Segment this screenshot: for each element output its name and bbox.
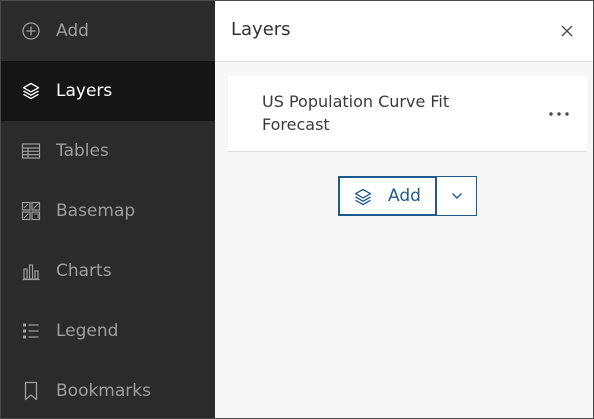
sidebar-item-label: Basemap (56, 201, 136, 221)
app-frame: Add Layers Tables Basemap Charts Legend … (0, 0, 594, 419)
panel-header: Layers (215, 1, 593, 62)
sidebar-item-label: Charts (56, 261, 112, 281)
sidebar-item-label: Add (56, 21, 89, 41)
add-dropdown-button[interactable] (437, 176, 477, 216)
layer-list-item[interactable]: US Population Curve Fit Forecast (228, 76, 587, 152)
sidebar-item-bookmarks[interactable]: Bookmarks (1, 361, 215, 418)
table-icon (21, 141, 41, 161)
more-options-button[interactable] (544, 102, 574, 126)
sidebar-item-legend[interactable]: Legend (1, 301, 215, 361)
plus-circle-icon (21, 21, 41, 41)
sidebar-item-label: Tables (56, 141, 109, 161)
layer-title: US Population Curve Fit Forecast (262, 92, 450, 134)
sidebar-item-basemap[interactable]: Basemap (1, 181, 215, 241)
bar-chart-icon (21, 261, 41, 281)
sidebar-item-label: Legend (56, 321, 119, 341)
add-layer-button[interactable]: Add (338, 176, 437, 216)
layers-panel: Layers US Population Curve Fit Forecast … (215, 1, 593, 418)
add-button-label: Add (388, 186, 421, 206)
more-icon (548, 111, 570, 117)
sidebar-item-label: Bookmarks (56, 381, 151, 401)
sidebar-item-charts[interactable]: Charts (1, 241, 215, 301)
basemap-icon (21, 201, 41, 221)
close-icon (560, 24, 574, 38)
sidebar-item-tables[interactable]: Tables (1, 121, 215, 181)
bookmark-icon (21, 381, 41, 401)
layers-icon (353, 187, 373, 207)
legend-icon (21, 321, 41, 341)
sidebar: Add Layers Tables Basemap Charts Legend … (1, 1, 215, 418)
sidebar-item-label: Layers (56, 81, 113, 101)
sidebar-item-add[interactable]: Add (1, 1, 215, 61)
sidebar-item-layers[interactable]: Layers (1, 61, 215, 121)
layers-icon (21, 81, 41, 101)
chevron-down-icon (451, 192, 463, 200)
panel-title: Layers (231, 19, 291, 40)
close-button[interactable] (557, 21, 577, 41)
